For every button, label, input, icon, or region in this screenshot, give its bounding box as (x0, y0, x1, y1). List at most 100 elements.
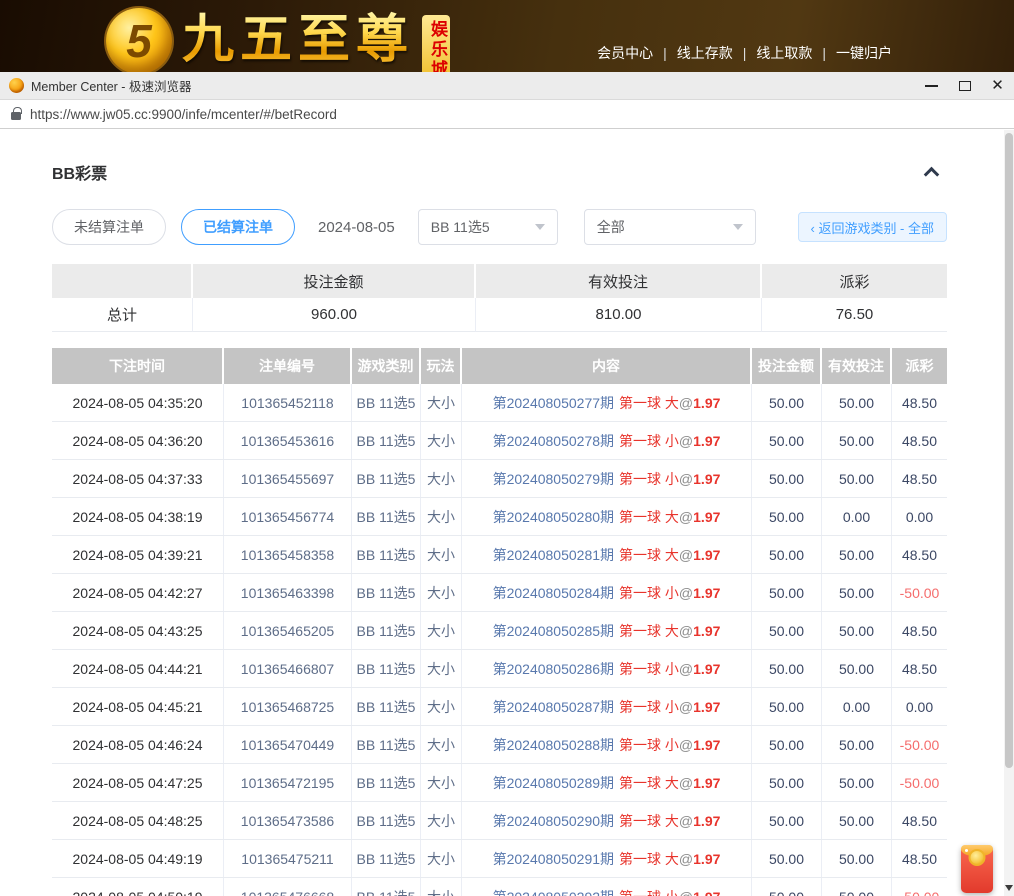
content-pick: 第一球 小 (619, 469, 679, 489)
content-odds: 1.97 (693, 509, 720, 525)
content-at-sign: @ (679, 851, 693, 867)
content-pick: 第一球 小 (619, 431, 679, 451)
content-odds: 1.97 (693, 395, 720, 411)
page-scrollbar[interactable] (1004, 130, 1014, 896)
minimize-button[interactable] (915, 72, 948, 99)
cell-play-type: 大小 (421, 650, 462, 687)
content-at-sign: @ (679, 813, 693, 829)
cell-valid-bet: 0.00 (822, 688, 892, 725)
content-pick: 第一球 大 (619, 849, 679, 869)
scrollbar-down-arrow-icon[interactable] (1005, 885, 1013, 891)
cell-bet-id: 101365453616 (224, 422, 352, 459)
content-period: 第202408050278期 (493, 431, 614, 451)
summary-header-payout: 派彩 (762, 264, 947, 298)
site-logo: 5 九五至尊 娱乐城 (106, 8, 450, 72)
cell-game-type: BB 11选5 (352, 726, 421, 763)
cell-bet-id: 101365472195 (224, 764, 352, 801)
content-period: 第202408050292期 (493, 887, 614, 896)
content-pick: 第一球 小 (619, 697, 679, 717)
url-bar[interactable]: https://www.jw05.cc:9900/infe/mcenter/#/… (0, 100, 1014, 129)
back-to-category-button[interactable]: ‹ 返回游戏类别 - 全部 (798, 212, 948, 242)
page-content: BB彩票 未结算注单 已结算注单 2024-08-05 BB 11选5 全部 ‹… (0, 129, 999, 896)
nav-separator: | (743, 45, 747, 61)
settled-tab[interactable]: 已结算注单 (181, 209, 295, 245)
cell-play-type: 大小 (421, 726, 462, 763)
table-row: 2024-08-05 04:38:19 101365456774 BB 11选5… (52, 498, 947, 536)
browser-favicon (9, 78, 24, 93)
cell-play-type: 大小 (421, 498, 462, 535)
nav-member-center[interactable]: 会员中心 (597, 43, 653, 63)
content-at-sign: @ (679, 395, 693, 411)
cell-valid-bet: 50.00 (822, 536, 892, 573)
url-text: https://www.jw05.cc:9900/infe/mcenter/#/… (30, 107, 337, 122)
close-button[interactable]: ✕ (981, 72, 1014, 99)
content-period: 第202408050285期 (493, 621, 614, 641)
content-period: 第202408050281期 (493, 545, 614, 565)
nav-withdraw[interactable]: 线上取款 (756, 43, 812, 63)
cell-content: 第202408050290期 第一球 大 @ 1.97 (462, 802, 752, 839)
cell-play-type: 大小 (421, 384, 462, 421)
content-odds: 1.97 (693, 433, 720, 449)
category-select[interactable]: 全部 (584, 209, 756, 245)
red-envelope-icon[interactable] (961, 845, 993, 893)
content-period: 第202408050291期 (493, 849, 614, 869)
collapse-chevron-up-icon[interactable] (924, 167, 940, 183)
cell-content: 第202408050284期 第一球 小 @ 1.97 (462, 574, 752, 611)
col-play-type: 玩法 (421, 348, 462, 384)
cell-play-type: 大小 (421, 422, 462, 459)
content-pick: 第一球 大 (619, 773, 679, 793)
cell-content: 第202408050288期 第一球 小 @ 1.97 (462, 726, 752, 763)
cell-content: 第202408050287期 第一球 小 @ 1.97 (462, 688, 752, 725)
cell-payout: 48.50 (892, 384, 947, 421)
gold-coin-icon (969, 849, 986, 866)
game-select[interactable]: BB 11选5 (418, 209, 558, 245)
col-time: 下注时间 (52, 348, 224, 384)
table-row: 2024-08-05 04:50:19 101365476668 BB 11选5… (52, 878, 947, 896)
cell-game-type: BB 11选5 (352, 764, 421, 801)
summary-header-valid: 有效投注 (476, 264, 762, 298)
cell-payout: 48.50 (892, 422, 947, 459)
table-row: 2024-08-05 04:37:33 101365455697 BB 11选5… (52, 460, 947, 498)
nav-separator: | (663, 45, 667, 61)
col-valid-bet: 有效投注 (822, 348, 892, 384)
game-select-value: BB 11选5 (431, 217, 490, 237)
cell-game-type: BB 11选5 (352, 498, 421, 535)
nav-deposit[interactable]: 线上存款 (677, 43, 733, 63)
cell-game-type: BB 11选5 (352, 650, 421, 687)
content-odds: 1.97 (693, 471, 720, 487)
table-row: 2024-08-05 04:36:20 101365453616 BB 11选5… (52, 422, 947, 460)
content-at-sign: @ (679, 433, 693, 449)
content-period: 第202408050289期 (493, 773, 614, 793)
content-at-sign: @ (679, 585, 693, 601)
cell-bet-amount: 50.00 (752, 688, 822, 725)
content-at-sign: @ (679, 509, 693, 525)
cell-content: 第202408050289期 第一球 大 @ 1.97 (462, 764, 752, 801)
content-period: 第202408050277期 (493, 393, 614, 413)
cell-game-type: BB 11选5 (352, 612, 421, 649)
window-title: Member Center - 极速浏览器 (31, 76, 191, 95)
scrollbar-thumb[interactable] (1005, 133, 1013, 768)
cell-game-type: BB 11选5 (352, 460, 421, 497)
cell-time: 2024-08-05 04:46:24 (52, 726, 224, 763)
cell-bet-id: 101365476668 (224, 878, 352, 896)
cell-play-type: 大小 (421, 574, 462, 611)
cell-payout: 48.50 (892, 612, 947, 649)
cell-time: 2024-08-05 04:48:25 (52, 802, 224, 839)
date-picker[interactable]: 2024-08-05 (318, 219, 395, 236)
cell-bet-amount: 50.00 (752, 574, 822, 611)
table-row: 2024-08-05 04:43:25 101365465205 BB 11选5… (52, 612, 947, 650)
cell-valid-bet: 50.00 (822, 650, 892, 687)
cell-valid-bet: 50.00 (822, 764, 892, 801)
summary-header-bet: 投注金额 (193, 264, 476, 298)
cell-bet-amount: 50.00 (752, 612, 822, 649)
cell-time: 2024-08-05 04:49:19 (52, 840, 224, 877)
maximize-button[interactable] (948, 72, 981, 99)
nav-one-key-transfer[interactable]: 一键归户 (836, 43, 892, 63)
cell-game-type: BB 11选5 (352, 422, 421, 459)
cell-bet-id: 101365452118 (224, 384, 352, 421)
unsettled-tab[interactable]: 未结算注单 (52, 209, 166, 245)
cell-valid-bet: 0.00 (822, 498, 892, 535)
cell-valid-bet: 50.00 (822, 840, 892, 877)
cell-bet-amount: 50.00 (752, 650, 822, 687)
cell-game-type: BB 11选5 (352, 688, 421, 725)
